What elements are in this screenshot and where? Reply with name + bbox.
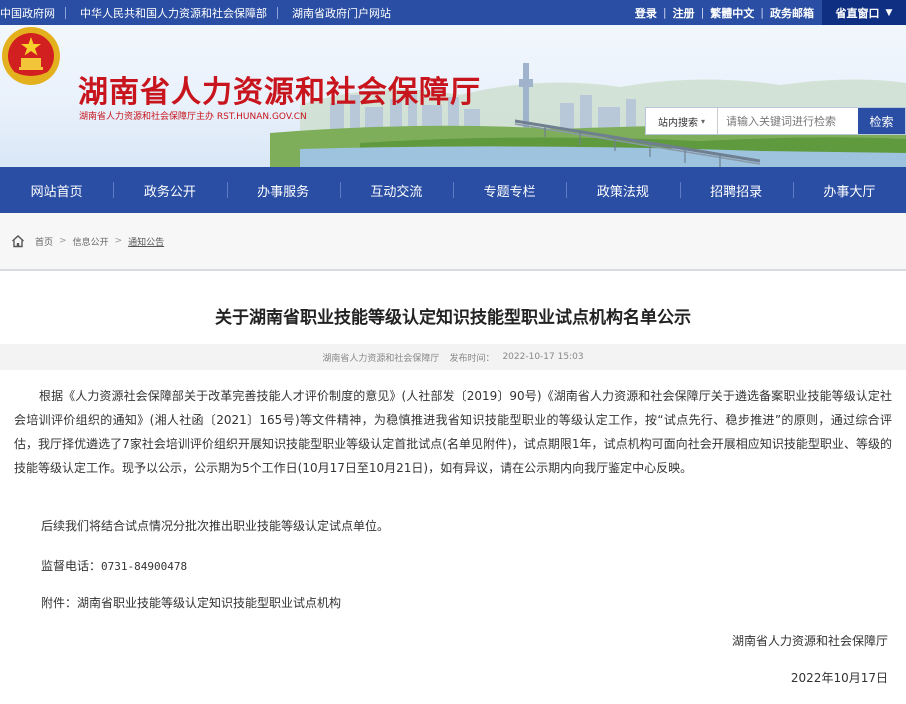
- publish-time: 2022-10-17 15:03: [502, 352, 584, 362]
- search-box: 站内搜索 ▾ 检索: [645, 107, 906, 135]
- nav-item-service-hall[interactable]: 办事大厅: [792, 167, 906, 213]
- site-subtitle: 湖南省人力资源和社会保障厅主办 RST.HUNAN.GOV.CN: [79, 112, 307, 122]
- divider: |: [760, 6, 764, 19]
- top-bar: 中国政府网 中华人民共和国人力资源和社会保障部 湖南省政府门户网站 登录 | 注…: [0, 0, 906, 25]
- nav-item-interaction[interactable]: 互动交流: [339, 167, 453, 213]
- divider: [277, 6, 278, 19]
- nav-item-home[interactable]: 网站首页: [0, 167, 113, 213]
- breadcrumb-info[interactable]: 信息公开: [73, 235, 109, 248]
- article-date: 2022年10月17日: [790, 671, 888, 685]
- traditional-chinese-link[interactable]: 繁體中文: [710, 5, 754, 21]
- publish-time-label: 发布时间：: [449, 353, 495, 364]
- search-input[interactable]: [718, 108, 858, 134]
- chevron-down-icon: ▼: [885, 7, 893, 18]
- article-body: 根据《人力资源社会保障部关于改革完善技能人才评价制度的意见》(人社部发〔2019…: [14, 384, 892, 480]
- divider: |: [700, 6, 705, 19]
- attachment-link[interactable]: 附件：湖南省职业技能等级认定知识技能型职业试点机构: [41, 594, 341, 611]
- search-scope-label: 站内搜索: [657, 117, 698, 129]
- link-hunan-gov[interactable]: 湖南省政府门户网站: [288, 5, 399, 21]
- nav-item-recruitment[interactable]: 招聘招录: [679, 167, 793, 213]
- breadcrumb-notices[interactable]: 通知公告: [128, 235, 164, 248]
- breadcrumb: 首页 > 信息公开 > 通知公告: [11, 234, 164, 248]
- top-links: 中国政府网 中华人民共和国人力资源和社会保障部 湖南省政府门户网站: [0, 0, 399, 25]
- search-button[interactable]: 检索: [858, 108, 905, 134]
- gov-mail-link[interactable]: 政务邮箱: [770, 5, 814, 21]
- nav-item-policies[interactable]: 政策法规: [566, 167, 679, 213]
- login-link[interactable]: 登录: [635, 5, 657, 21]
- provincial-window-label: 省直窗口: [835, 6, 880, 20]
- search-scope-select[interactable]: 站内搜索 ▾: [646, 108, 718, 134]
- user-links: 登录 | 注册 | 繁體中文 | 政务邮箱: [635, 0, 814, 25]
- national-emblem-icon: [2, 27, 60, 85]
- breadcrumb-home[interactable]: 首页: [35, 235, 53, 248]
- nav-item-gov-affairs[interactable]: 政务公开: [113, 167, 226, 213]
- article-meta: 湖南省人力资源和社会保障厅 发布时间： 2022-10-17 15:03: [0, 344, 906, 370]
- article-signature: 湖南省人力资源和社会保障厅: [731, 634, 888, 648]
- nav-item-services[interactable]: 办事服务: [226, 167, 340, 213]
- phone-number: 0731-84900478: [101, 560, 188, 573]
- article-paragraph: 根据《人力资源社会保障部关于改革完善技能人才评价制度的意见》(人社部发〔2019…: [14, 389, 892, 475]
- article-title: 关于湖南省职业技能等级认定知识技能型职业试点机构名单公示: [215, 308, 691, 328]
- breadcrumb-bar: 首页 > 信息公开 > 通知公告: [0, 213, 906, 271]
- nav-item-topics[interactable]: 专题专栏: [453, 167, 566, 213]
- site-title: 湖南省人力资源和社会保障厅: [78, 75, 481, 110]
- breadcrumb-separator: >: [114, 236, 123, 246]
- supervision-phone: 监督电话：0731-84900478: [41, 557, 187, 574]
- home-icon[interactable]: [11, 234, 25, 248]
- phone-label: 监督电话：: [41, 559, 102, 573]
- divider: |: [662, 6, 667, 19]
- link-gov-cn[interactable]: 中国政府网: [0, 5, 63, 21]
- link-mohrss[interactable]: 中华人民共和国人力资源和社会保障部: [76, 5, 275, 21]
- header-banner: 湖南省人力资源和社会保障厅 湖南省人力资源和社会保障厅主办 RST.HUNAN.…: [0, 25, 906, 167]
- divider: [65, 6, 66, 19]
- article-paragraph: 后续我们将结合试点情况分批次推出职业技能等级认定试点单位。: [41, 519, 390, 533]
- article-source: 湖南省人力资源和社会保障厅: [322, 353, 440, 364]
- register-link[interactable]: 注册: [673, 5, 695, 21]
- breadcrumb-separator: >: [59, 236, 67, 246]
- provincial-window-button[interactable]: 省直窗口 ▼: [822, 0, 906, 25]
- main-nav: 网站首页 政务公开 办事服务 互动交流 专题专栏 政策法规 招聘招录 办事大厅: [0, 167, 906, 213]
- chevron-down-icon: ▾: [700, 116, 705, 126]
